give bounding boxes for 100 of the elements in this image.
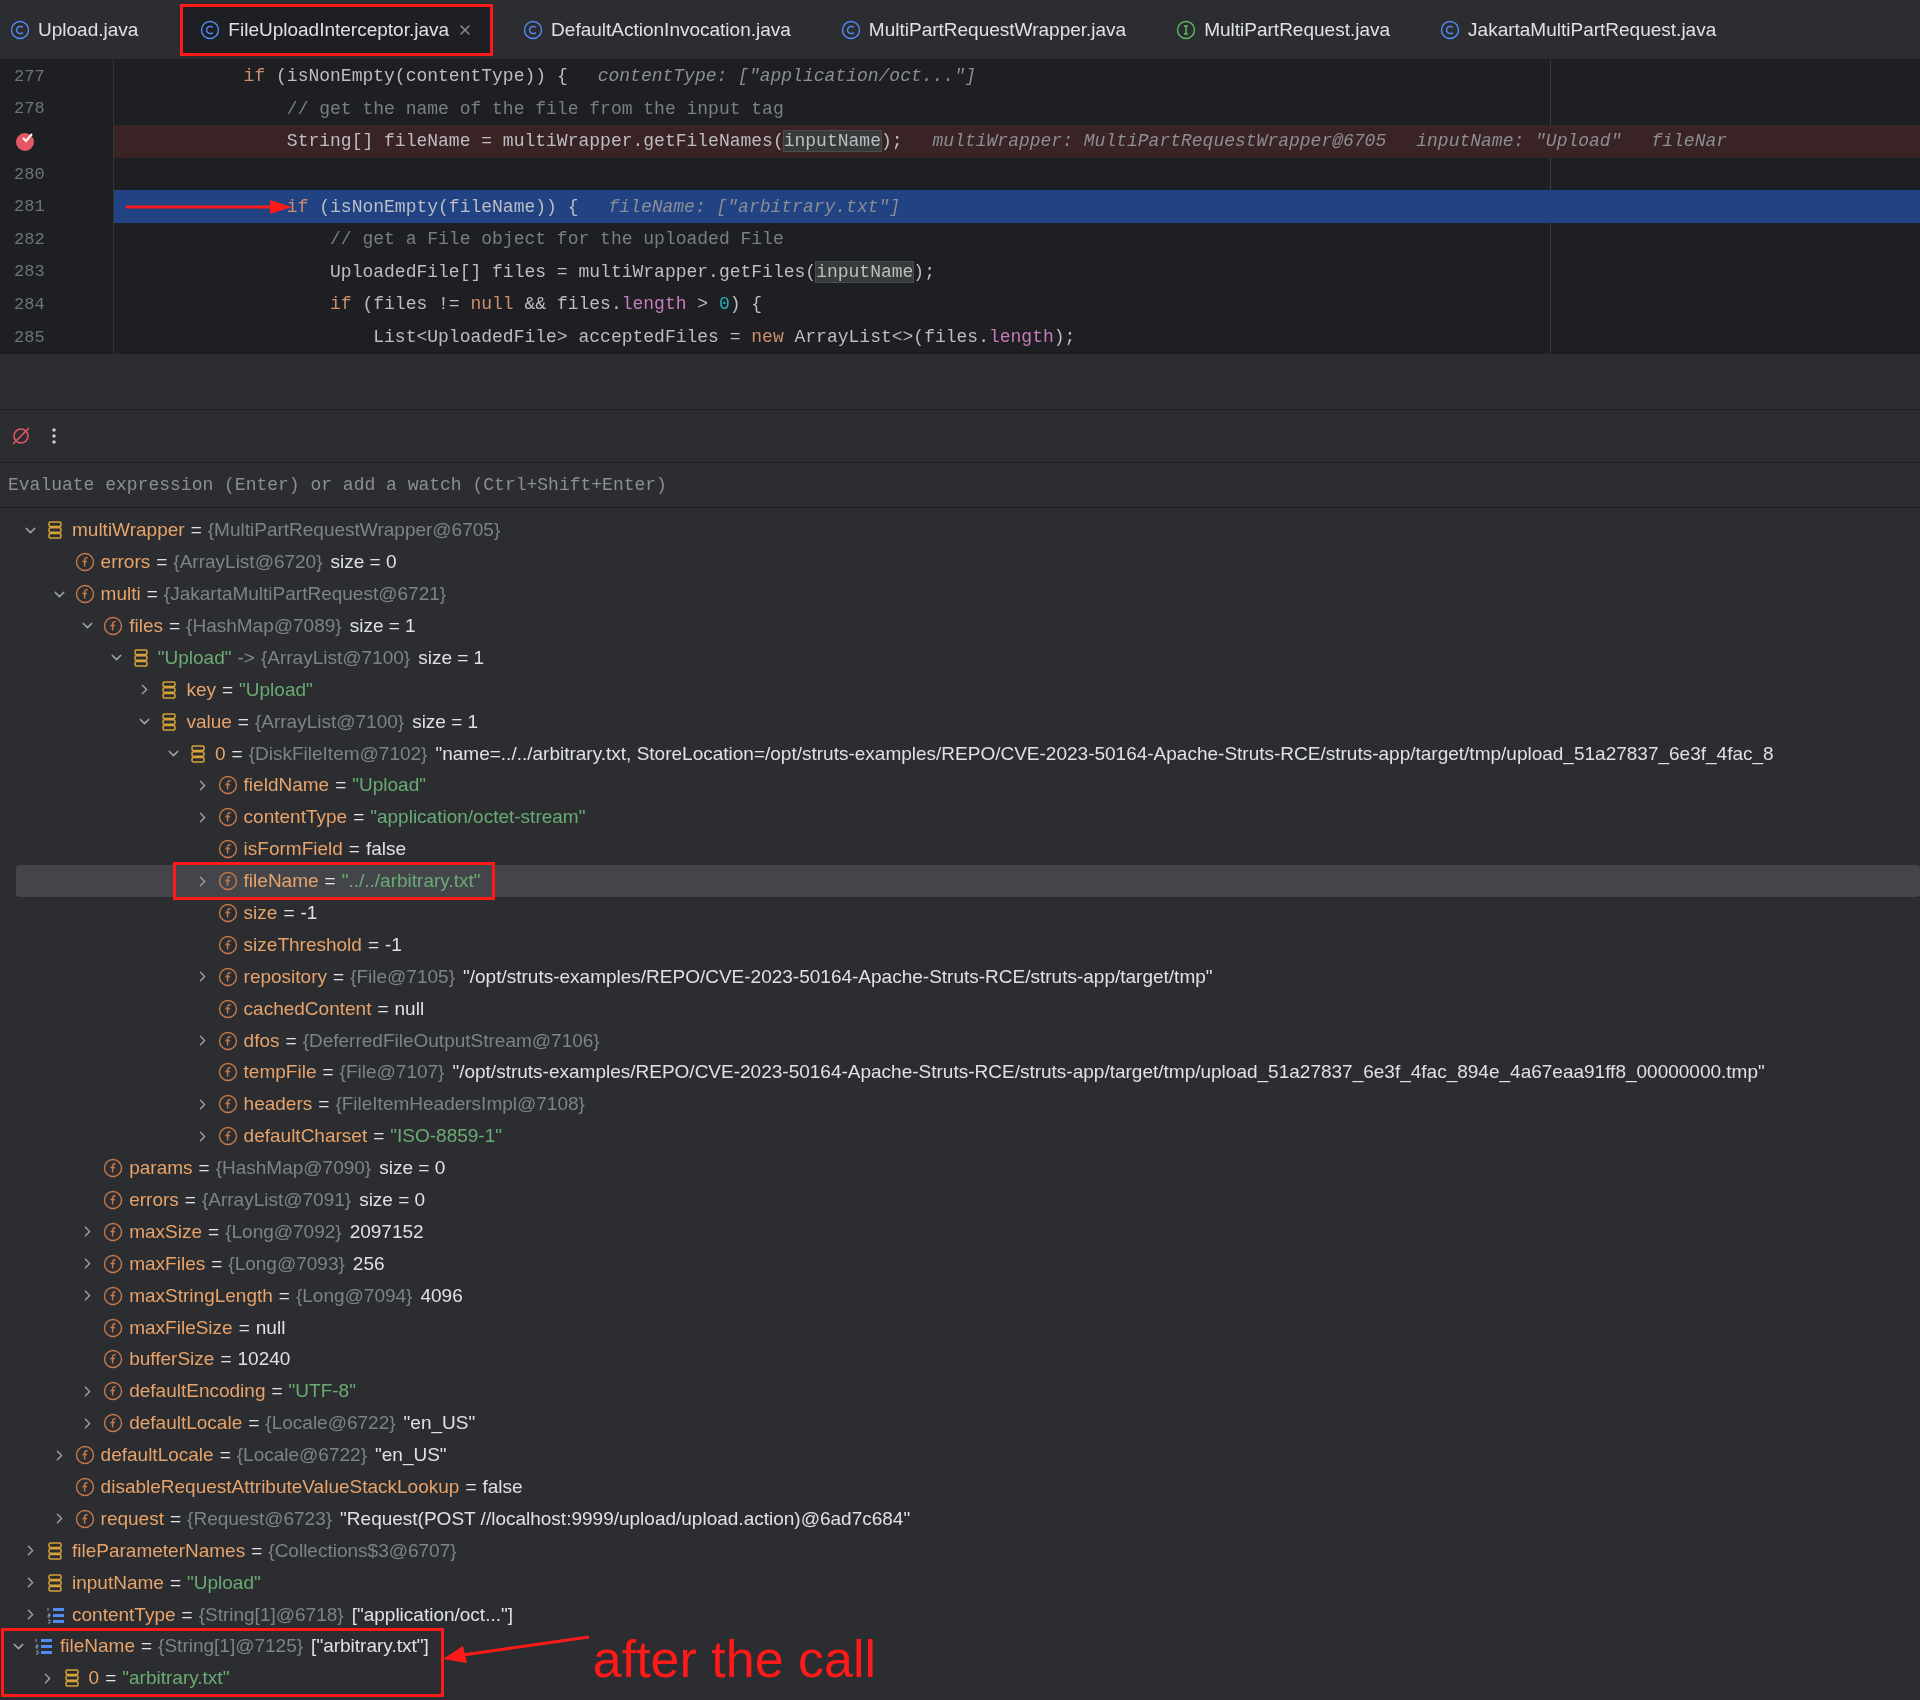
code-line: if (isNonEmpty(fileName)) {: [285, 196, 579, 217]
variable-row[interactable]: fileParameterNames = {Collections$3@6707}: [16, 1534, 1920, 1567]
string-value: "Upload": [352, 774, 426, 797]
variable-row[interactable]: tempFile = {File@7107} "/opt/struts-examples/REPO/CVE-2023-50164-Apache-Struts-RCE/struts-app/target/tmp/upload_51a27837_6e3f_4fac_894e_4a67eaa91ff8_00000000.tmp": [16, 1056, 1920, 1089]
object-reference: {HashMap@7089}: [186, 614, 342, 637]
code-line: if (files != null && files.length > 0) {: [329, 294, 763, 315]
variable-row[interactable]: disableRequestAttributeValueStackLookup = false: [16, 1471, 1920, 1503]
variable-name: dfos: [243, 1029, 280, 1052]
variable-row[interactable]: maxSize = {Long@7092} 2097152: [16, 1215, 1920, 1248]
variable-row[interactable]: fileName = "../../arbitrary.txt": [16, 865, 1920, 898]
field-icon: [217, 1062, 238, 1083]
object-reference: {DiskFileItem@7102}: [248, 742, 428, 765]
variable-name: defaultCharset: [243, 1125, 368, 1148]
variable-row[interactable]: key = "Upload": [16, 673, 1920, 706]
variable-row[interactable]: 0 = "arbitrary.txt": [4, 1662, 242, 1695]
editor-tab[interactable]: Upload.java: [4, 5, 157, 54]
separator: =: [211, 1252, 223, 1275]
separator: =: [248, 1412, 260, 1435]
variable-row[interactable]: defaultLocale = {Locale@6722} "en_US": [16, 1439, 1920, 1472]
variable-row[interactable]: multi = {JakartaMultiPartRequest@6721}: [16, 578, 1920, 610]
variable-row[interactable]: sizeThreshold = -1: [16, 928, 1920, 961]
variable-row[interactable]: contentType = {String[1]@6718} ["application/oct..."]: [16, 1598, 1920, 1631]
variable-value: null: [394, 997, 425, 1020]
field-icon: [103, 1381, 124, 1402]
variable-name: tempFile: [243, 1061, 317, 1084]
variable-row[interactable]: params = {HashMap@7090} size = 0: [16, 1152, 1920, 1185]
variable-value: size = 0: [379, 1157, 446, 1180]
editor-tab[interactable]: MultiPartRequest.java: [1170, 5, 1409, 54]
object-reference: {DeferredFileOutputStream@7106}: [302, 1029, 600, 1052]
separator: =: [285, 1029, 297, 1052]
line-number: 282: [14, 229, 45, 249]
field-icon: [217, 934, 238, 955]
variable-row[interactable]: defaultEncoding = "UTF-8": [16, 1375, 1920, 1408]
variable-row[interactable]: defaultLocale = {Locale@6722} "en_US": [16, 1407, 1920, 1440]
variable-row[interactable]: files = {HashMap@7089} size = 1: [16, 610, 1920, 642]
variable-row[interactable]: maxFileSize = null: [16, 1311, 1920, 1344]
variable-value: -1: [300, 901, 318, 924]
variable-row[interactable]: contentType = "application/octet-stream": [16, 801, 1920, 834]
variable-name: contentType: [72, 1603, 176, 1626]
object-reference: {ArrayList@6720}: [173, 551, 323, 574]
editor-tab[interactable]: JakartaMultiPartRequest.java: [1434, 5, 1735, 54]
object-reference: {MultiPartRequestWrapper@6705}: [207, 519, 501, 542]
variable-row[interactable]: maxStringLength = {Long@7094} 4096: [16, 1279, 1920, 1312]
variable-name: fieldName: [243, 774, 330, 797]
variable-value: size = 0: [330, 551, 397, 574]
variable-row[interactable]: fileName = {String[1]@7125} ["arbitrary.txt"]: [4, 1630, 441, 1663]
variable-row[interactable]: inputName = "Upload": [16, 1566, 1920, 1599]
editor-tab[interactable]: DefaultActionInvocation.java: [517, 5, 809, 54]
breakpoint-icon[interactable]: [14, 130, 36, 153]
inline-value-hint: multiWrapper: MultiPartRequestWrapper@6705: [932, 131, 1387, 152]
separator: =: [141, 1635, 153, 1658]
variable-row[interactable]: multiWrapper = {MultiPartRequestWrapper@6705}: [16, 514, 1920, 547]
object-reference: {Long@7092}: [225, 1220, 342, 1243]
field-icon: [103, 1349, 124, 1370]
variable-name: request: [100, 1507, 164, 1530]
variable-row[interactable]: fieldName = "Upload": [16, 769, 1920, 802]
editor-tab[interactable]: FileUploadInterceptor.java: [182, 5, 492, 54]
variable-row[interactable]: maxFiles = {Long@7093} 256: [16, 1247, 1920, 1280]
stack-icon: [46, 520, 64, 541]
field-icon: [217, 839, 238, 860]
variable-row[interactable]: size = -1: [16, 897, 1920, 929]
variable-value: ["arbitrary.txt"]: [311, 1635, 429, 1658]
variable-row[interactable]: defaultCharset = "ISO-8859-1": [16, 1120, 1920, 1153]
variable-row[interactable]: errors = {ArrayList@7091} size = 0: [16, 1184, 1920, 1216]
separator: =: [231, 742, 243, 765]
variable-name: sizeThreshold: [243, 933, 362, 956]
separator: =: [465, 1476, 477, 1498]
variable-row[interactable]: errors = {ArrayList@6720} size = 0: [16, 546, 1920, 579]
variable-name: value: [186, 710, 232, 733]
variable-row[interactable]: headers = {FileItemHeadersImpl@7108}: [16, 1088, 1920, 1121]
string-value: "UTF-8": [288, 1380, 356, 1403]
variable-name: multiWrapper: [72, 519, 185, 542]
line-number: 283: [14, 262, 45, 282]
code-line: List<UploadedFile> acceptedFiles = new ArrayList<>(files.length);: [372, 327, 1076, 348]
separator: =: [367, 933, 379, 956]
more-options-button[interactable]: [50, 426, 58, 447]
field-icon: [74, 1477, 95, 1497]
variable-name: repository: [243, 965, 327, 988]
stack-icon: [160, 711, 179, 732]
variable-row[interactable]: 0 = {DiskFileItem@7102} "name=../../arbitrary.txt, StoreLocation=/opt/struts-examples/REPO/CVE-2023-50164-Apache-Struts-RCE/struts-app/target/tmp/upload_51a27837_6e3f_4fac_8: [16, 737, 1920, 770]
separator: =: [169, 1507, 182, 1530]
variable-value: 4096: [420, 1284, 463, 1307]
variable-name: bufferSize: [129, 1348, 215, 1371]
variable-row[interactable]: value = {ArrayList@7100} size = 1: [16, 705, 1920, 738]
inline-value-hint: contentType: ["application/oct..."]: [597, 66, 976, 87]
object-reference: {String[1]@6718}: [198, 1603, 344, 1626]
editor-tab[interactable]: MultiPartRequestWrapper.java: [834, 5, 1145, 54]
object-reference: {FileItemHeadersImpl@7108}: [335, 1093, 585, 1116]
variable-row[interactable]: bufferSize = 10240: [16, 1343, 1920, 1376]
separator: =: [318, 1093, 330, 1116]
separator: =: [156, 551, 168, 574]
variable-row[interactable]: "Upload" -> {ArrayList@7100} size = 1: [16, 641, 1920, 674]
separator: =: [198, 1157, 210, 1180]
separator: =: [322, 1061, 334, 1084]
variable-row[interactable]: dfos = {DeferredFileOutputStream@7106}: [16, 1024, 1920, 1057]
variable-row[interactable]: repository = {File@7105} "/opt/struts-examples/REPO/CVE-2023-50164-Apache-Struts-RCE/struts-app/target/tmp": [16, 960, 1920, 993]
variable-row[interactable]: request = {Request@6723} "Request(POST //localhost:9999/upload/upload.action)@6ad7c684": [16, 1502, 1920, 1535]
variable-row[interactable]: isFormField = false: [16, 833, 1920, 866]
variable-value: "Request(POST //localhost:9999/upload/upload.action)@6ad7c684": [340, 1507, 911, 1530]
variable-row[interactable]: cachedContent = null: [16, 992, 1920, 1025]
